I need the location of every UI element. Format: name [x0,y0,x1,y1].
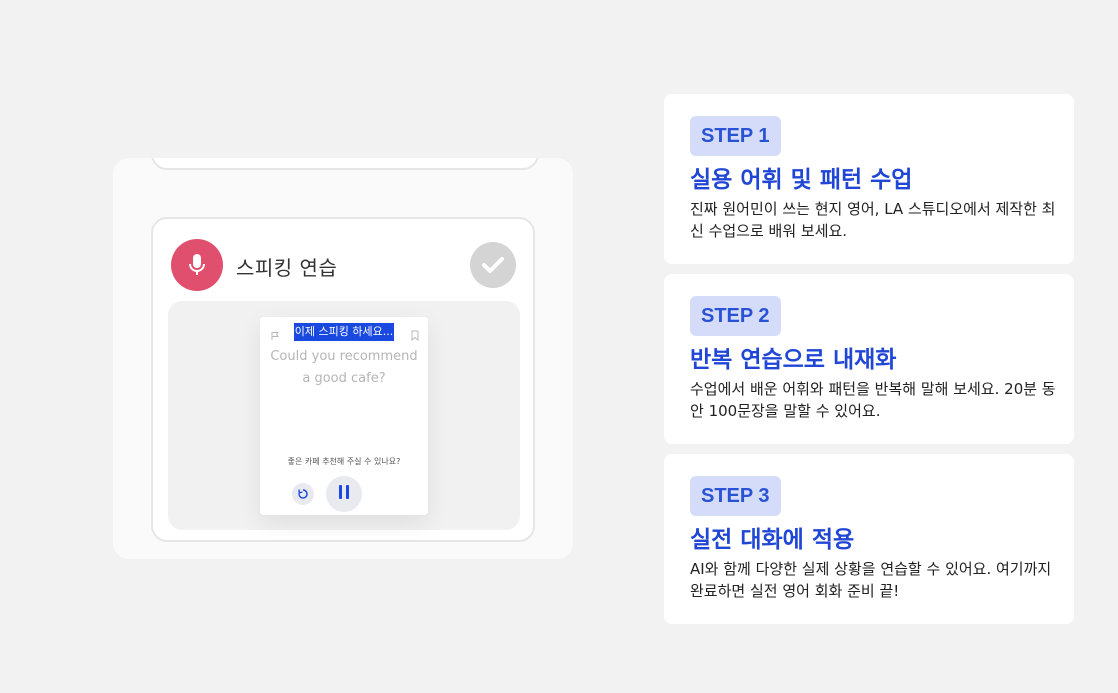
step-badge: STEP 3 [690,476,781,516]
replay-button[interactable] [292,483,314,505]
step-title: 실전 대화에 적용 [690,527,855,553]
step-description: 수업에서 배운 어휘와 패턴을 반복해 말해 보세요. 20분 동안 100문장… [690,380,1056,420]
step-description: AI와 함께 다양한 실제 상황을 연습할 수 있어요. 여기까지 완료하면 실… [690,560,1052,600]
sentence-card: 이제 스피킹 하세요... Could you recommend a good… [260,317,428,515]
check-icon [470,242,516,288]
replay-icon [297,485,309,504]
step-card-2: STEP 2 반복 연습으로 내재화 수업에서 배운 어휘와 패턴을 반복해 말… [664,274,1074,444]
pause-icon [337,484,351,504]
bookmark-icon[interactable] [410,326,420,345]
practice-area: 이제 스피킹 하세요... Could you recommend a good… [168,301,520,530]
step-card-3: STEP 3 실전 대화에 적용 AI와 함께 다양한 실제 상황을 연습할 수… [664,454,1074,624]
step-badge: STEP 2 [690,296,781,336]
step-title: 실용 어휘 및 패턴 수업 [690,167,913,193]
lesson-preview-panel: 스피킹 연습 이제 스피킹 하세요... Could you recommend… [113,158,573,559]
speaking-practice-card[interactable]: 스피킹 연습 이제 스피킹 하세요... Could you recommend… [151,217,535,542]
korean-translation: 좋은 카페 추천해 주실 수 있나요? [287,457,401,466]
flag-icon[interactable] [270,326,280,345]
mic-icon[interactable] [171,239,223,291]
step-card-1: STEP 1 실용 어휘 및 패턴 수업 진짜 원어민이 쓰는 현지 영어, L… [664,94,1074,264]
speaking-title: 스피킹 연습 [236,256,338,280]
speak-now-badge: 이제 스피킹 하세요... [294,323,394,341]
pause-button[interactable] [326,476,362,512]
step-title: 반복 연습으로 내재화 [690,347,897,373]
previous-lesson-card [151,158,539,170]
step-badge: STEP 1 [690,116,781,156]
step-description: 진짜 원어민이 쓰는 현지 영어, LA 스튜디오에서 제작한 최신 수업으로 … [690,200,1056,240]
english-sentence: Could you recommend a good cafe? [270,349,418,386]
